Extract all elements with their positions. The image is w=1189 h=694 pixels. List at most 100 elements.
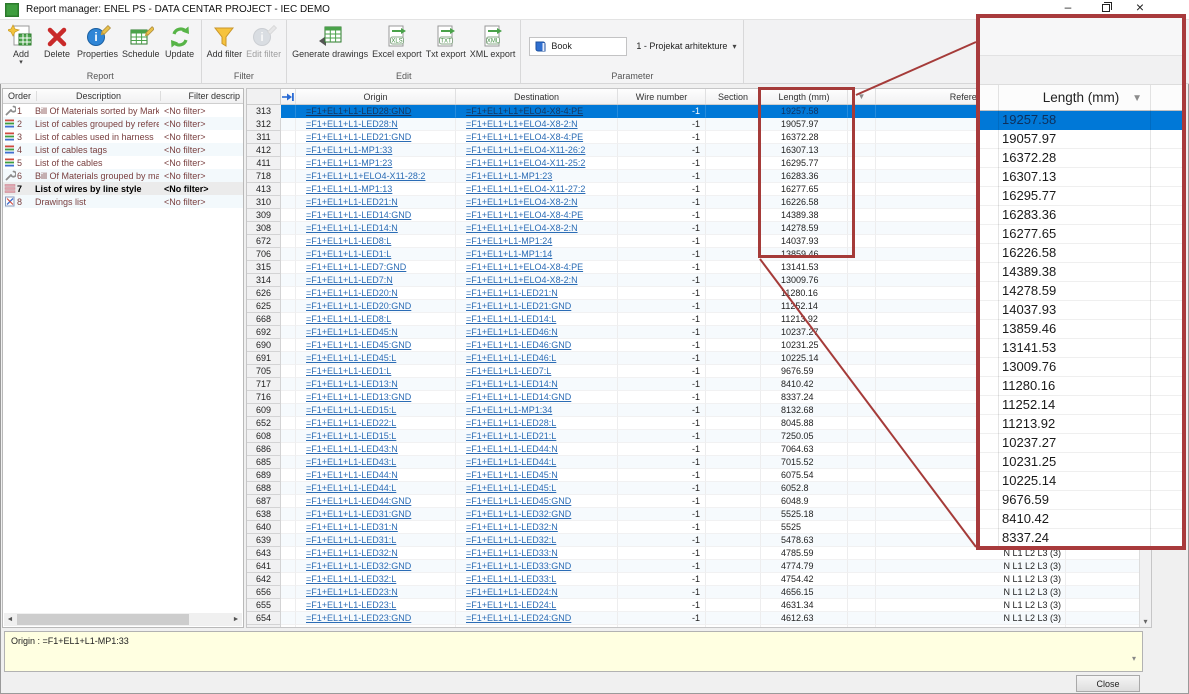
table-row[interactable]: 656=F1+EL1+L1-LED23:N=F1+EL1+L1-LED24:N-… — [247, 586, 1151, 599]
properties-button[interactable]: i Properties — [75, 22, 120, 61]
origin-link[interactable]: =F1+EL1+L1-MP1:33 — [306, 145, 392, 155]
destination-link[interactable]: =F1+EL1+L1+ELO4-X8-2:N — [466, 197, 578, 207]
row-number[interactable]: 656 — [247, 586, 281, 599]
book-combobox[interactable]: 1 - Projekat arhitekture ▾ — [632, 39, 740, 53]
origin-link[interactable]: =F1+EL1+L1-LED44:N — [306, 470, 398, 480]
origin-link[interactable]: =F1+EL1+L1-LED23:N — [306, 587, 398, 597]
report-list-item[interactable]: 3List of cables used in harness<No filte… — [3, 130, 243, 143]
row-number[interactable]: 716 — [247, 391, 281, 404]
add-button[interactable]: Add ▾ — [3, 22, 39, 66]
row-number[interactable]: 411 — [247, 157, 281, 170]
row-number[interactable]: 413 — [247, 183, 281, 196]
report-list-item[interactable]: 1Bill Of Materials sorted by Mark<No fil… — [3, 104, 243, 117]
row-number[interactable]: 308 — [247, 222, 281, 235]
row-number[interactable]: 315 — [247, 261, 281, 274]
origin-link[interactable]: =F1+EL1+L1-LED43:L — [306, 457, 396, 467]
update-button[interactable]: Update — [162, 22, 198, 61]
add-filter-button[interactable]: Add filter — [205, 22, 245, 61]
row-number[interactable]: 643 — [247, 547, 281, 560]
destination-link[interactable]: =F1+EL1+L1-LED46:N — [466, 327, 558, 337]
destination-link[interactable]: =F1+EL1+L1+ELO4-X8-2:N — [466, 223, 578, 233]
destination-link[interactable]: =F1+EL1+L1-LED26:N — [466, 626, 558, 628]
origin-link[interactable]: =F1+EL1+L1-LED28:N — [306, 119, 398, 129]
origin-link[interactable]: =F1+EL1+L1-MP1:13 — [306, 184, 392, 194]
length-sort-indicator[interactable]: ▼ — [848, 89, 876, 104]
origin-link[interactable]: =F1+EL1+L1-LED15:L — [306, 431, 396, 441]
destination-link[interactable]: =F1+EL1+L1+ELO4-X11-27:2 — [466, 184, 585, 194]
destination-link[interactable]: =F1+EL1+L1-LED14:L — [466, 314, 556, 324]
scroll-right-icon[interactable]: ► — [230, 616, 242, 623]
destination-link[interactable]: =F1+EL1+L1-LED32:N — [466, 522, 558, 532]
origin-link[interactable]: =F1+EL1+L1-LED25:N — [306, 626, 398, 628]
destination-link[interactable]: =F1+EL1+L1-LED24:L — [466, 600, 556, 610]
row-number[interactable]: 638 — [247, 508, 281, 521]
destination-link[interactable]: =F1+EL1+L1+ELO4-X8-4:PE — [466, 210, 583, 220]
origin-link[interactable]: =F1+EL1+L1-LED15:L — [306, 405, 396, 415]
origin-link[interactable]: =F1+EL1+L1-LED1:L — [306, 366, 391, 376]
origin-link[interactable]: =F1+EL1+L1-LED32:L — [306, 574, 396, 584]
row-number[interactable]: 309 — [247, 209, 281, 222]
table-row[interactable]: 654=F1+EL1+L1-LED23:GND=F1+EL1+L1-LED24:… — [247, 612, 1151, 625]
origin-link[interactable]: =F1+EL1+L1-LED31:GND — [306, 509, 411, 519]
destination-link[interactable]: =F1+EL1+L1-MP1:24 — [466, 236, 552, 246]
row-number[interactable]: 313 — [247, 105, 281, 118]
destination-link[interactable]: =F1+EL1+L1-LED14:N — [466, 379, 558, 389]
destination-link[interactable]: =F1+EL1+L1-LED21:GND — [466, 301, 571, 311]
report-list-item[interactable]: 4List of cables tags<No filter> — [3, 143, 243, 156]
xml-export-button[interactable]: XML XML export — [468, 22, 518, 61]
origin-link[interactable]: =F1+EL1+L1-LED44:L — [306, 483, 396, 493]
row-number[interactable]: 412 — [247, 144, 281, 157]
column-header-order[interactable]: Order — [3, 91, 37, 101]
column-header-length[interactable]: Length (mm) — [761, 89, 848, 104]
row-number[interactable]: 626 — [247, 287, 281, 300]
destination-link[interactable]: =F1+EL1+L1-LED45:N — [466, 470, 558, 480]
column-header-description[interactable]: Description — [37, 91, 161, 101]
origin-link[interactable]: =F1+EL1+L1-LED8:L — [306, 236, 391, 246]
row-number[interactable]: 657 — [247, 625, 281, 628]
origin-link[interactable]: =F1+EL1+L1-LED21:GND — [306, 132, 411, 142]
origin-link[interactable]: =F1+EL1+L1-LED1:L — [306, 249, 391, 259]
row-number[interactable]: 687 — [247, 495, 281, 508]
row-number[interactable]: 641 — [247, 560, 281, 573]
generate-drawings-button[interactable]: Generate drawings — [290, 22, 370, 61]
add-dropdown-caret-icon[interactable]: ▾ — [19, 60, 23, 65]
row-number[interactable]: 685 — [247, 456, 281, 469]
excel-export-button[interactable]: XLS Excel export — [370, 22, 424, 61]
row-number[interactable]: 655 — [247, 599, 281, 612]
origin-link[interactable]: =F1+EL1+L1-LED23:L — [306, 600, 396, 610]
destination-link[interactable]: =F1+EL1+L1-LED45:GND — [466, 496, 571, 506]
destination-link[interactable]: =F1+EL1+L1-LED32:GND — [466, 509, 571, 519]
table-row[interactable]: 642=F1+EL1+L1-LED32:L=F1+EL1+L1-LED33:L-… — [247, 573, 1151, 586]
destination-link[interactable]: =F1+EL1+L1-MP1:23 — [466, 171, 552, 181]
origin-link[interactable]: =F1+EL1+L1-LED32:N — [306, 548, 398, 558]
destination-link[interactable]: =F1+EL1+L1-LED45:L — [466, 483, 556, 493]
origin-link[interactable]: =F1+EL1+L1-LED45:L — [306, 353, 396, 363]
status-scroll-down-icon[interactable]: ▾ — [1132, 654, 1136, 663]
column-header-filter[interactable]: Filter descrip — [161, 91, 243, 101]
table-row[interactable]: 655=F1+EL1+L1-LED23:L=F1+EL1+L1-LED24:L-… — [247, 599, 1151, 612]
row-number[interactable]: 310 — [247, 196, 281, 209]
row-number[interactable]: 668 — [247, 313, 281, 326]
table-row[interactable]: 641=F1+EL1+L1-LED32:GND=F1+EL1+L1-LED33:… — [247, 560, 1151, 573]
destination-link[interactable]: =F1+EL1+L1-LED24:N — [466, 587, 558, 597]
origin-link[interactable]: =F1+EL1+L1-LED43:N — [306, 444, 398, 454]
delete-button[interactable]: Delete — [39, 22, 75, 61]
origin-link[interactable]: =F1+EL1+L1-LED45:N — [306, 327, 398, 337]
txt-export-button[interactable]: TXT Txt export — [424, 22, 468, 61]
destination-link[interactable]: =F1+EL1+L1-LED33:GND — [466, 561, 571, 571]
origin-link[interactable]: =F1+EL1+L1-LED14:N — [306, 223, 398, 233]
report-list-hscrollbar[interactable]: ◄ ► — [4, 613, 242, 626]
row-number[interactable]: 690 — [247, 339, 281, 352]
destination-link[interactable]: =F1+EL1+L1+ELO4-X8-2:N — [466, 275, 578, 285]
origin-link[interactable]: =F1+EL1+L1-LED13:N — [306, 379, 398, 389]
origin-link[interactable]: =F1+EL1+L1-LED13:GND — [306, 392, 411, 402]
row-number[interactable]: 705 — [247, 365, 281, 378]
destination-link[interactable]: =F1+EL1+L1-LED21:N — [466, 288, 558, 298]
origin-link[interactable]: =F1+EL1+L1-LED14:GND — [306, 210, 411, 220]
origin-link[interactable]: =F1+EL1+L1-LED8:L — [306, 314, 391, 324]
origin-link[interactable]: =F1+EL1+L1-LED21:N — [306, 197, 398, 207]
origin-link[interactable]: =F1+EL1+L1-LED7:GND — [306, 262, 406, 272]
destination-link[interactable]: =F1+EL1+L1+ELO4-X8-4:PE — [466, 262, 583, 272]
destination-link[interactable]: =F1+EL1+L1-LED24:GND — [466, 613, 571, 623]
destination-link[interactable]: =F1+EL1+L1-LED44:L — [466, 457, 556, 467]
